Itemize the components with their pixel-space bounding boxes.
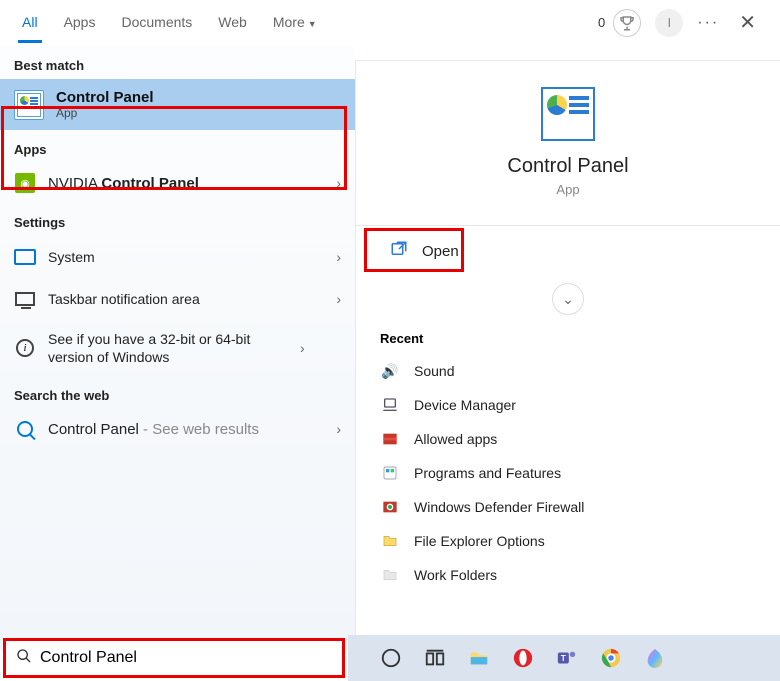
settings-result-system[interactable]: System › [0, 236, 355, 278]
preview-pane: Control Panel App Open ⌄ Recent 🔊 Sound … [355, 60, 780, 650]
taskbar-opera-icon[interactable] [510, 645, 536, 671]
web-result-control-panel[interactable]: Control Panel - See web results › [0, 409, 355, 449]
search-input[interactable] [40, 649, 332, 667]
taskbar-paint-icon[interactable] [642, 645, 668, 671]
taskbar: T [348, 635, 780, 681]
rewards-icon[interactable] [613, 9, 641, 37]
search-icon [17, 421, 33, 437]
bottom-bar: T [0, 635, 780, 681]
user-avatar[interactable]: I [655, 9, 683, 37]
taskbar-cortana-icon[interactable] [378, 645, 404, 671]
preview-title: Control Panel [366, 155, 770, 178]
chevron-right-icon: › [336, 249, 341, 265]
taskbar-taskview-icon[interactable] [422, 645, 448, 671]
taskbar-explorer-icon[interactable] [466, 645, 492, 671]
open-label: Open [422, 243, 459, 260]
folder-options-icon [380, 531, 400, 551]
chevron-right-icon: › [336, 421, 341, 437]
main-content: Best match Control Panel App Apps ◉ NVID… [0, 46, 780, 650]
top-tab-bar: All Apps Documents Web More▼ 0 I ··· ✕ [0, 0, 780, 46]
control-panel-large-icon [541, 87, 595, 141]
search-icon [16, 648, 32, 669]
best-match-title: Control Panel [56, 89, 154, 106]
monitor-icon [14, 249, 36, 265]
nvidia-icon: ◉ [15, 173, 35, 193]
best-match-result[interactable]: Control Panel App [0, 79, 355, 130]
app-result-nvidia[interactable]: ◉ NVIDIA Control Panel › [0, 163, 355, 203]
chevron-right-icon: › [336, 291, 341, 307]
tab-all[interactable]: All [18, 2, 42, 43]
best-match-subtitle: App [56, 106, 154, 120]
speaker-icon: 🔊 [380, 361, 400, 381]
search-scope-tabs: All Apps Documents Web More▼ [18, 2, 321, 43]
tab-apps[interactable]: Apps [60, 2, 100, 43]
search-box[interactable] [3, 638, 345, 678]
settings-header: Settings [0, 203, 355, 236]
firewall-icon [380, 497, 400, 517]
tab-more[interactable]: More▼ [269, 2, 321, 43]
results-pane: Best match Control Panel App Apps ◉ NVID… [0, 46, 355, 650]
more-options-icon[interactable]: ··· [697, 14, 719, 32]
open-icon [390, 240, 408, 263]
chevron-right-icon: › [300, 340, 305, 356]
settings-result-taskbar-notif[interactable]: Taskbar notification area › [0, 278, 355, 320]
work-folders-icon [380, 565, 400, 585]
preview-header: Control Panel App [356, 61, 780, 207]
apps-header: Apps [0, 130, 355, 163]
recent-sound[interactable]: 🔊 Sound [356, 354, 780, 388]
rewards-count: 0 [598, 15, 605, 30]
settings-result-32-64[interactable]: i See if you have a 32-bit or 64-bit ver… [0, 320, 355, 376]
tab-documents[interactable]: Documents [117, 2, 196, 43]
recent-device-manager[interactable]: Device Manager [356, 388, 780, 422]
best-match-header: Best match [0, 46, 355, 79]
chevron-down-icon: ▼ [308, 19, 317, 29]
device-manager-icon [380, 395, 400, 415]
expand-button[interactable]: ⌄ [552, 283, 584, 315]
preview-subtitle: App [366, 182, 770, 197]
recent-programs-features[interactable]: Programs and Features [356, 456, 780, 490]
taskbar-chrome-icon[interactable] [598, 645, 624, 671]
recent-allowed-apps[interactable]: Allowed apps [356, 422, 780, 456]
taskbar-teams-icon[interactable]: T [554, 645, 580, 671]
recent-work-folders[interactable]: Work Folders [356, 558, 780, 592]
open-action[interactable]: Open [366, 226, 780, 277]
info-icon: i [16, 339, 34, 357]
firewall-allow-icon [380, 429, 400, 449]
recent-file-explorer-options[interactable]: File Explorer Options [356, 524, 780, 558]
chevron-down-icon: ⌄ [562, 291, 574, 308]
taskbar-icon [15, 292, 35, 306]
svg-text:T: T [561, 654, 566, 663]
recent-defender-firewall[interactable]: Windows Defender Firewall [356, 490, 780, 524]
control-panel-icon [14, 90, 44, 120]
close-button[interactable]: ✕ [733, 10, 762, 35]
search-web-header: Search the web [0, 376, 355, 409]
tab-web[interactable]: Web [214, 2, 251, 43]
topbar-right: 0 I ··· ✕ [598, 9, 762, 37]
programs-icon [380, 463, 400, 483]
chevron-right-icon: › [336, 175, 341, 191]
recent-header: Recent [356, 323, 780, 354]
